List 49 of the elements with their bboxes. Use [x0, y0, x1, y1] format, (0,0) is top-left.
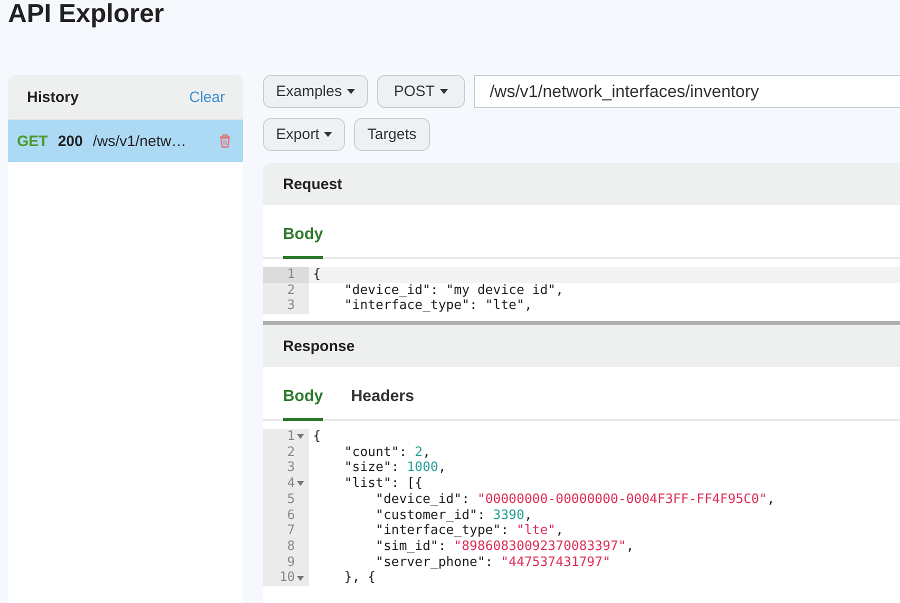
line-number: 5: [287, 492, 295, 508]
line-number: 6: [287, 508, 295, 524]
editor-tab[interactable]: Headers: [351, 388, 414, 421]
line-number: 10: [279, 570, 295, 586]
line-number: 4: [287, 476, 295, 492]
trash-icon[interactable]: [219, 134, 231, 148]
history-item[interactable]: GET 200 /ws/v1/netw…: [8, 120, 243, 162]
status-code: 200: [58, 132, 83, 150]
method-label: GET: [17, 132, 48, 150]
url-field[interactable]: /ws/v1/network_interfaces/inventory: [474, 75, 900, 108]
page-title: API Explorer: [7, 0, 166, 30]
line-number: 9: [287, 554, 295, 570]
targets-button[interactable]: Targets: [354, 118, 430, 151]
caret-icon: [346, 89, 355, 94]
line-number: 1: [287, 267, 295, 283]
code-line: "device_id": "00000000-00000000-0004F3FF-FF4F95C0",: [374, 492, 775, 508]
editor-tab[interactable]: Body: [283, 226, 323, 259]
history-title: History: [27, 88, 79, 106]
code-line: "interface_type": "lte",: [374, 523, 564, 539]
code-line: }, {: [343, 570, 376, 586]
code-line: "device_id": "my device id",: [343, 282, 564, 298]
code-line: "sim_id": "89860830092370083397",: [374, 538, 634, 555]
method-dropdown[interactable]: POST: [376, 75, 465, 108]
code-line: "count": 2,: [343, 444, 430, 460]
code-line: "customer_id": 3390,: [374, 508, 532, 524]
line-number: 3: [287, 298, 295, 314]
code-line: "interface_type": "lte",: [343, 298, 532, 314]
line-number: 8: [287, 538, 295, 555]
response-header: Response: [263, 325, 900, 367]
code-line: "size": 1000,: [343, 460, 446, 476]
caret-icon: [324, 132, 332, 137]
fold-caret-icon[interactable]: [297, 434, 304, 440]
code-line: {: [312, 267, 321, 283]
code-line: "server_phone": "447537431797": [374, 554, 610, 570]
examples-dropdown[interactable]: Examples: [263, 75, 368, 108]
editor-tab[interactable]: Body: [283, 388, 323, 421]
export-dropdown[interactable]: Export: [263, 118, 346, 151]
code-line: "list": [{: [343, 476, 423, 492]
line-number: 2: [287, 282, 295, 298]
request-header: Request: [263, 163, 900, 205]
line-number: 7: [287, 523, 295, 539]
fold-caret-icon[interactable]: [297, 576, 304, 581]
line-number: 1: [287, 429, 295, 445]
line-number: 3: [287, 460, 295, 476]
line-number: 2: [287, 444, 295, 460]
request-path: /ws/v1/netw…: [92, 132, 188, 150]
caret-icon: [440, 89, 448, 94]
code-line: {: [312, 429, 321, 445]
fold-caret-icon[interactable]: [297, 481, 304, 486]
